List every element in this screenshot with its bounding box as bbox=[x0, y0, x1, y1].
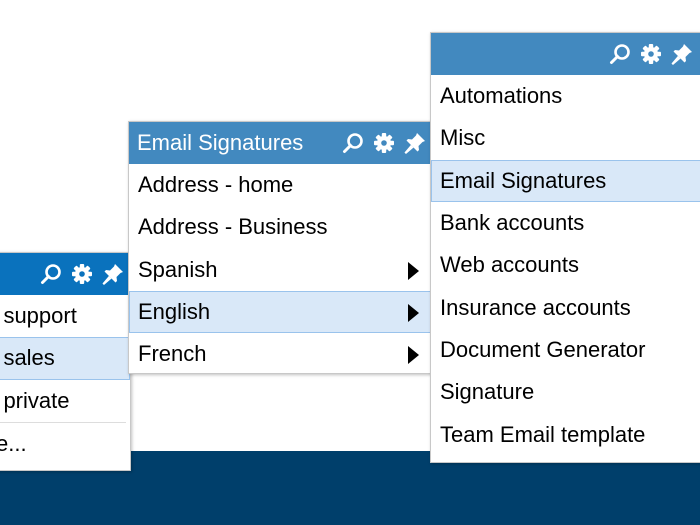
menu-title: Email Signatures bbox=[137, 130, 304, 155]
menu-item-english[interactable]: English bbox=[129, 290, 432, 334]
menu-item-misc[interactable]: Misc bbox=[431, 117, 700, 159]
menu-item-team-email-template[interactable]: Team Email template bbox=[431, 413, 700, 455]
menu-item-signature[interactable]: Signature bbox=[431, 371, 700, 413]
gear-icon[interactable] bbox=[373, 132, 395, 154]
menu-item-spanish[interactable]: Spanish bbox=[129, 249, 432, 291]
item-label: French bbox=[138, 341, 207, 367]
gear-icon[interactable] bbox=[640, 43, 662, 65]
left-menu: - support - sales - private e... bbox=[0, 252, 131, 471]
left-menu-header bbox=[0, 253, 130, 295]
item-label: Spanish bbox=[138, 256, 218, 282]
menu-item-private[interactable]: - private bbox=[0, 380, 130, 422]
pin-icon[interactable] bbox=[671, 43, 693, 65]
item-label: English bbox=[138, 299, 211, 325]
menu-item-insurance-accounts[interactable]: Insurance accounts bbox=[431, 286, 700, 328]
menu-item-address-business[interactable]: Address - Business bbox=[129, 206, 432, 248]
submenu-arrow-icon bbox=[408, 346, 419, 365]
right-menu: Automations Misc Email Signatures Bank a… bbox=[430, 32, 700, 463]
middle-menu: Email Signatures Address - home Address … bbox=[128, 121, 433, 374]
submenu-arrow-icon bbox=[408, 261, 419, 280]
pin-icon[interactable] bbox=[102, 263, 124, 285]
search-icon[interactable] bbox=[609, 43, 631, 65]
search-icon[interactable] bbox=[40, 263, 62, 285]
middle-menu-header: Email Signatures bbox=[129, 122, 432, 164]
menu-item-bank-accounts[interactable]: Bank accounts bbox=[431, 202, 700, 244]
menu-item-automations[interactable]: Automations bbox=[431, 75, 700, 117]
menu-item-email-signatures[interactable]: Email Signatures bbox=[431, 159, 700, 202]
menu-item-support[interactable]: - support bbox=[0, 295, 130, 337]
submenu-arrow-icon bbox=[408, 303, 419, 322]
gear-icon[interactable] bbox=[71, 263, 93, 285]
menu-item-french[interactable]: French bbox=[129, 333, 432, 375]
right-menu-header bbox=[431, 33, 700, 75]
menu-item-more[interactable]: e... bbox=[0, 423, 130, 465]
menu-item-address-home[interactable]: Address - home bbox=[129, 164, 432, 206]
search-icon[interactable] bbox=[342, 132, 364, 154]
menu-item-web-accounts[interactable]: Web accounts bbox=[431, 244, 700, 286]
menu-item-sales[interactable]: - sales bbox=[0, 337, 130, 380]
pin-icon[interactable] bbox=[404, 132, 426, 154]
menu-item-document-generator[interactable]: Document Generator bbox=[431, 329, 700, 371]
